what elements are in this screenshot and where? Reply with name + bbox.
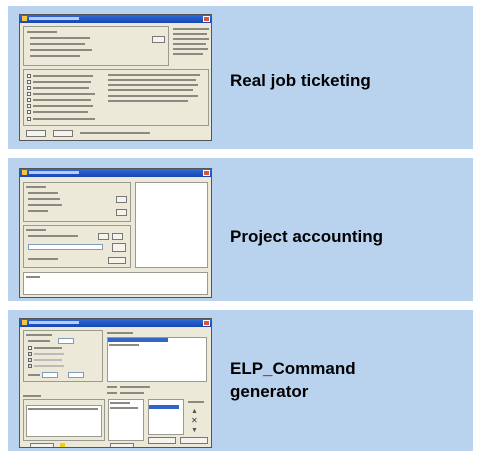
generate-button[interactable] [148, 437, 176, 444]
slide-label: Project accounting [230, 227, 384, 246]
run-button[interactable] [30, 443, 54, 447]
slide-real-job-ticketing: Real job ticketing [8, 6, 473, 149]
add-button[interactable] [112, 243, 126, 252]
slide-label-line2: generator [230, 382, 309, 401]
window-titlebar [20, 169, 211, 177]
information-group [23, 182, 131, 222]
close-icon [203, 170, 210, 176]
window-titlebar [20, 319, 211, 327]
project-dropdown[interactable] [28, 244, 103, 250]
cancel-button[interactable] [53, 130, 73, 137]
close-icon [203, 16, 210, 22]
cancel-button[interactable] [110, 443, 134, 447]
window-titlebar [20, 15, 211, 23]
log-area [23, 272, 208, 295]
slide-project-accounting: Project accounting [8, 158, 473, 301]
slide-label-line1: ELP_Command [230, 359, 356, 378]
delete-icon[interactable]: ✕ [191, 417, 198, 425]
configuration-list[interactable] [108, 399, 144, 441]
job-ticketing-screenshot [19, 14, 212, 141]
project-accounting-screenshot [19, 168, 212, 298]
edit-button[interactable] [116, 209, 127, 216]
elp-command-generator-screenshot: ▲ ✕ ▼ [19, 318, 212, 448]
slide-label: Real job ticketing [230, 71, 371, 90]
slide-elp-command-generator: ▲ ✕ ▼ ELP_Command generator [8, 310, 473, 451]
move-down-icon[interactable]: ▼ [191, 427, 198, 434]
preview-pane [135, 182, 208, 268]
apply-button[interactable] [108, 257, 126, 264]
close-icon [203, 320, 210, 326]
info-button[interactable] [116, 196, 127, 203]
save-button[interactable] [180, 437, 208, 444]
move-up-icon[interactable]: ▲ [191, 408, 198, 415]
ok-button[interactable] [26, 130, 46, 137]
warning-icon [60, 443, 65, 447]
job-button[interactable] [152, 36, 165, 43]
